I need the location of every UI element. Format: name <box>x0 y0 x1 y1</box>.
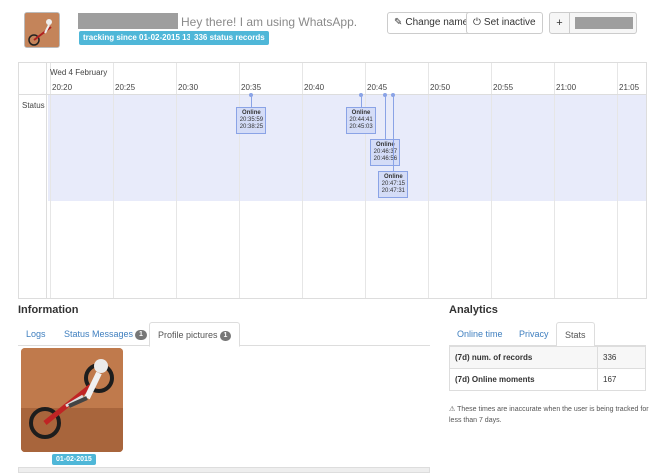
add-group: + <box>549 12 637 34</box>
timeline-gridline <box>491 63 492 298</box>
tab-stats-label: Stats <box>565 330 586 340</box>
timeline-tick-label: 20:55 <box>493 83 514 92</box>
set-inactive-label: Set inactive <box>483 17 536 28</box>
online-event[interactable]: Online 20:46:37 20:46:56 <box>370 139 401 166</box>
event-start-time: 20:47:15 <box>381 181 406 187</box>
event-status: Online <box>242 110 261 116</box>
timeline-gridline <box>113 63 114 298</box>
timeline-tick-label: 20:20 <box>52 83 73 92</box>
tab-privacy[interactable]: Privacy <box>511 322 557 346</box>
stat-key: (7d) num. of records <box>449 346 598 369</box>
stats-table: (7d) num. of records 336 (7d) Online mom… <box>449 346 646 391</box>
stats-note-text: These times are inaccurate when the user… <box>449 406 649 424</box>
analytics-tabs: Online time Privacy Stats <box>449 322 646 347</box>
stat-value: 336 <box>597 346 646 369</box>
status-timeline[interactable]: 20:20 20:25 20:30 20:35 20:40 20:45 20:50 20:55… <box>18 62 647 299</box>
event-status: Online <box>384 174 403 180</box>
change-name-label: Change name <box>405 17 469 28</box>
event-start-time: 20:35:59 <box>239 117 264 123</box>
profile-picture-date: 01-02-2015 <box>52 454 96 465</box>
online-event[interactable]: Online 20:35:59 20:38:25 <box>236 107 267 134</box>
event-end-time: 20:45:03 <box>349 124 373 130</box>
event-connector <box>361 95 362 107</box>
timeline-tick-label: 20:45 <box>367 83 388 92</box>
timeline-label-column: Status <box>19 63 47 298</box>
event-connector <box>393 95 395 171</box>
tab-privacy-label: Privacy <box>519 329 549 339</box>
online-event[interactable]: Online 20:44:41 20:45:03 <box>346 107 376 134</box>
timeline-gridline <box>554 63 555 298</box>
status-message: Hey there! I am using WhatsApp. <box>181 15 358 29</box>
stat-key: (7d) Online moments <box>449 368 598 391</box>
timeline-tick-label: 20:25 <box>115 83 136 92</box>
event-start-time: 20:44:41 <box>349 117 373 123</box>
horizontal-scrollbar[interactable] <box>18 467 430 473</box>
event-end-time: 20:46:56 <box>373 156 398 162</box>
tab-status-messages-label: Status Messages <box>64 329 134 339</box>
event-start-time: 20:46:37 <box>373 149 398 155</box>
event-end-time: 20:38:25 <box>239 124 264 130</box>
change-name-button[interactable]: ✎ Change name <box>387 12 476 34</box>
table-row: (7d) Online moments 167 <box>449 368 646 391</box>
pencil-icon: ✎ <box>394 17 403 28</box>
avatar[interactable] <box>24 12 60 48</box>
status-row-label: Status <box>22 101 45 110</box>
tab-status-messages[interactable]: Status Messages 1 <box>56 322 155 346</box>
records-badge: 336 status records <box>190 31 269 45</box>
tab-online-time[interactable]: Online time <box>449 322 511 346</box>
header: Hey there! I am using WhatsApp. tracking… <box>0 0 661 56</box>
event-status: Online <box>376 142 395 148</box>
set-inactive-button[interactable]: ⏻ Set inactive <box>466 12 543 34</box>
event-connector <box>385 95 387 139</box>
timeline-tick-label: 20:40 <box>304 83 325 92</box>
timeline-gridline <box>50 63 51 298</box>
information-title: Information <box>18 304 79 316</box>
tab-profile-pictures-label: Profile pictures <box>158 330 218 340</box>
stat-value: 167 <box>597 368 646 391</box>
tab-logs[interactable]: Logs <box>18 322 54 346</box>
timeline-gridline <box>365 63 366 298</box>
timeline-header-divider <box>19 94 646 95</box>
status-messages-count: 1 <box>135 330 147 340</box>
timeline-tick-label: 21:00 <box>556 83 577 92</box>
information-tabs: Logs Status Messages 1 Profile pictures 1 <box>18 322 430 347</box>
table-row: (7d) num. of records 336 <box>449 346 646 369</box>
add-field-redacted[interactable] <box>575 17 633 29</box>
profile-picture[interactable] <box>21 348 123 452</box>
timeline-gridline <box>617 63 618 298</box>
timeline-gridline <box>239 63 240 298</box>
timeline-gridline <box>302 63 303 298</box>
tab-logs-label: Logs <box>26 329 46 339</box>
event-end-time: 20:47:31 <box>381 188 406 194</box>
timeline-tick-label: 20:35 <box>241 83 262 92</box>
contact-name-redacted <box>78 13 178 29</box>
warning-icon: ⚠ <box>449 406 456 413</box>
online-event[interactable]: Online 20:47:15 20:47:31 <box>378 171 409 198</box>
timeline-tick-label: 20:30 <box>178 83 199 92</box>
tab-online-time-label: Online time <box>457 329 503 339</box>
analytics-title: Analytics <box>449 304 498 316</box>
stats-note: ⚠ These times are inaccurate when the us… <box>449 404 649 426</box>
timeline-tick-label: 21:05 <box>619 83 640 92</box>
power-icon: ⏻ <box>473 17 481 28</box>
profile-pictures-count: 1 <box>219 331 232 341</box>
event-connector <box>251 95 253 107</box>
timeline-tick-label: 20:50 <box>430 83 451 92</box>
timeline-gridline <box>176 63 177 298</box>
add-button[interactable]: + <box>550 13 570 33</box>
tab-stats[interactable]: Stats <box>556 322 595 347</box>
event-status: Online <box>351 110 371 116</box>
timeline-gridline <box>428 63 429 298</box>
tab-profile-pictures[interactable]: Profile pictures 1 <box>149 322 241 347</box>
timeline-date: Wed 4 February <box>50 68 108 77</box>
